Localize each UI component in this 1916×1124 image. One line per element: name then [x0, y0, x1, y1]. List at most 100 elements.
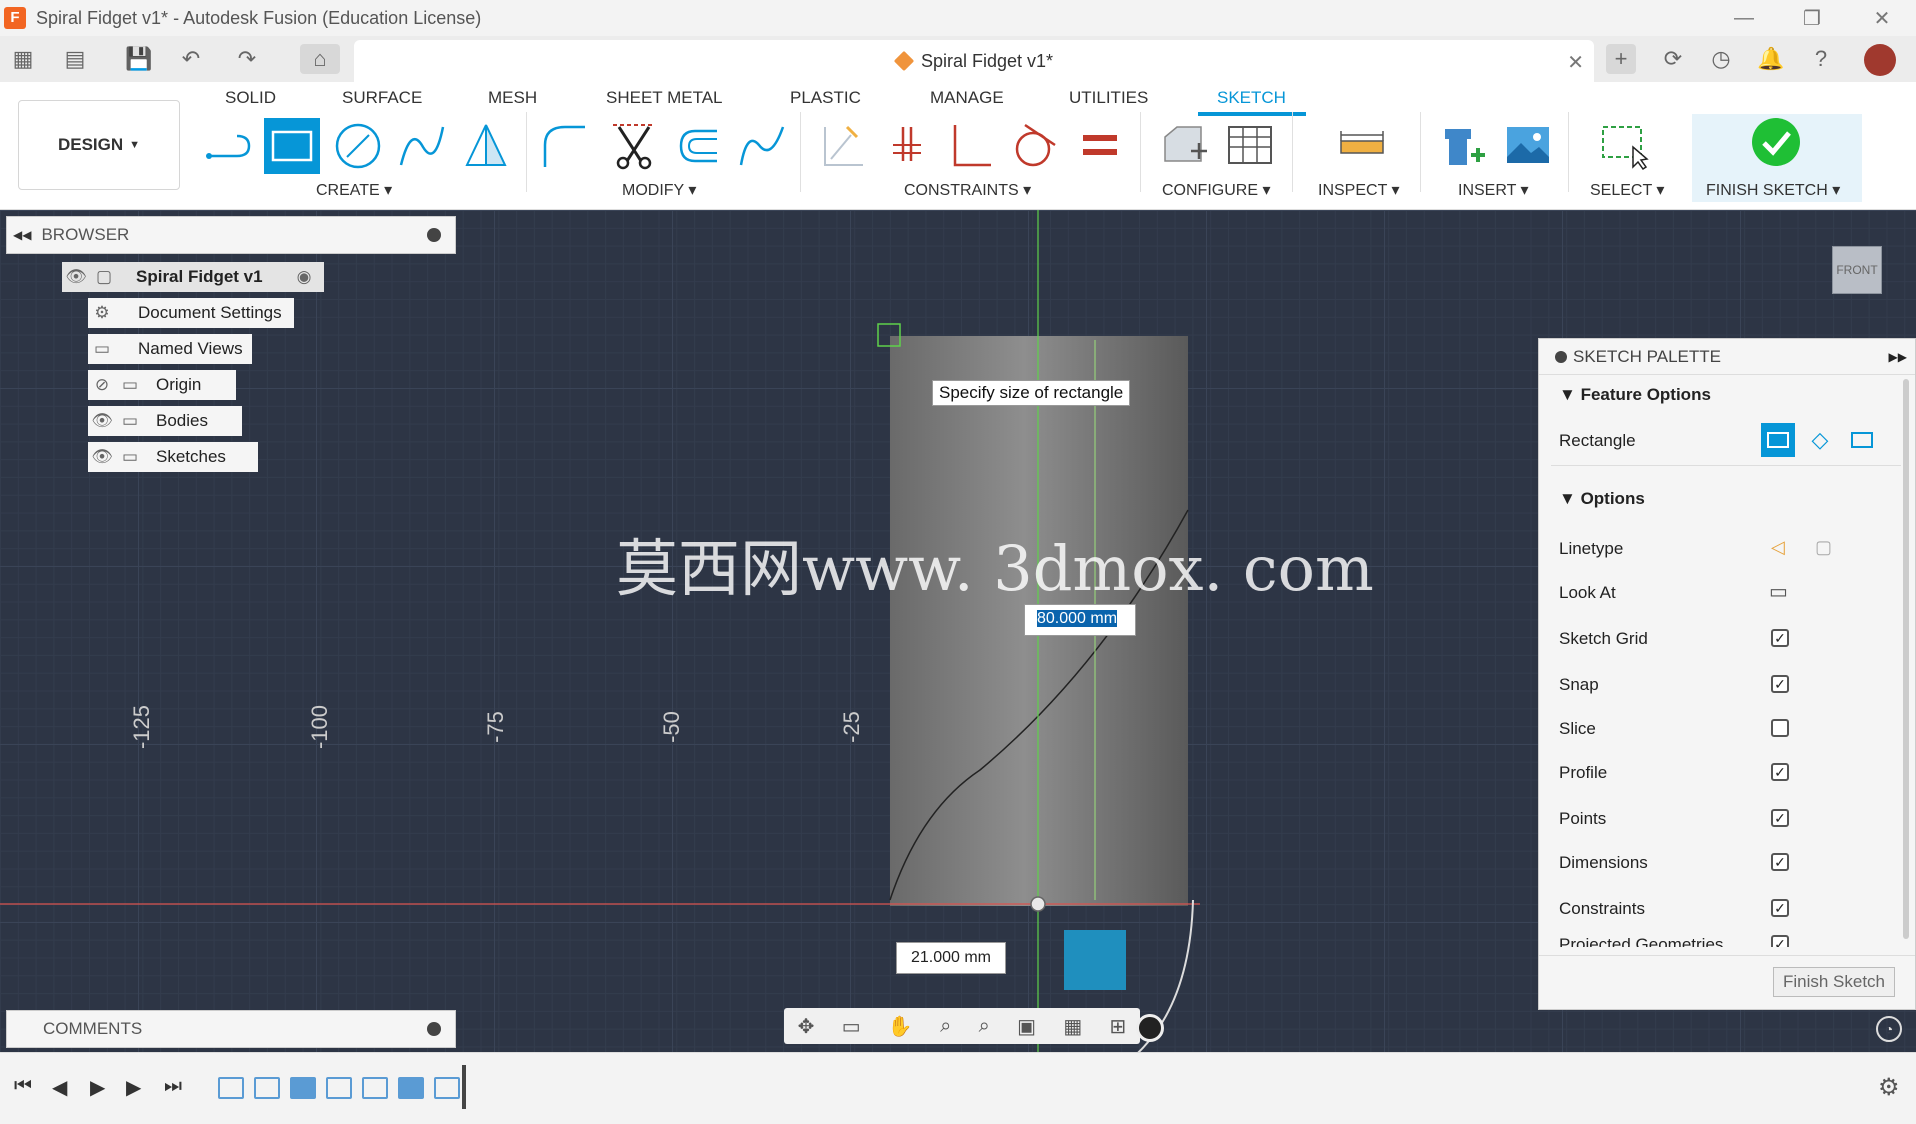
- close-tab-icon[interactable]: ✕: [1567, 50, 1584, 75]
- profile-checkbox[interactable]: ✓: [1771, 763, 1789, 781]
- finish-sketch-label[interactable]: FINISH SKETCH ▾: [1706, 180, 1840, 200]
- options-section[interactable]: ▼ Options: [1559, 489, 1645, 509]
- document-tab[interactable]: Spiral Fidget v1* ✕: [354, 40, 1594, 82]
- step-forward-icon[interactable]: ▶: [126, 1075, 141, 1100]
- look-at-icon[interactable]: ▭: [842, 1014, 861, 1039]
- sketch-feature-icon[interactable]: [362, 1077, 388, 1099]
- grid-settings-icon[interactable]: ▦: [1063, 1014, 1082, 1039]
- insert-derive-icon[interactable]: [1436, 118, 1492, 174]
- timeline-marker[interactable]: [462, 1065, 466, 1109]
- panel-minimize-icon[interactable]: [427, 228, 441, 242]
- constraints-checkbox[interactable]: ✓: [1771, 899, 1789, 917]
- save-icon[interactable]: 💾: [124, 44, 154, 74]
- width-dimension-input[interactable]: 21.000 mm: [896, 942, 1006, 974]
- browser-item-named-views[interactable]: ▭ Named Views: [88, 334, 252, 364]
- create-group-label[interactable]: CREATE ▾: [316, 180, 392, 200]
- construction-line-icon[interactable]: ◁: [1771, 537, 1785, 558]
- pan-icon[interactable]: ✋: [888, 1014, 913, 1039]
- tab-sheet-metal[interactable]: SHEET METAL: [606, 88, 723, 108]
- browser-item-document-settings[interactable]: ⚙ Document Settings: [88, 298, 294, 328]
- palette-expand-icon[interactable]: ▶▶: [1889, 350, 1907, 364]
- extrude-feature-icon[interactable]: [290, 1077, 316, 1099]
- eye-hidden-icon[interactable]: ⊘: [88, 371, 116, 399]
- job-status-icon[interactable]: ◷: [1706, 44, 1736, 74]
- minimize-icon[interactable]: —: [1714, 0, 1774, 36]
- constraints-group-label[interactable]: CONSTRAINTS ▾: [904, 180, 1031, 200]
- spline-tool-icon[interactable]: [394, 118, 450, 174]
- modify-group-label[interactable]: MODIFY ▾: [622, 180, 696, 200]
- orbit-icon[interactable]: ✥: [798, 1014, 815, 1039]
- palette-collapse-icon[interactable]: [1555, 350, 1567, 363]
- nav-handle-icon[interactable]: [1136, 1014, 1164, 1042]
- sketch-feature-icon[interactable]: [434, 1077, 460, 1099]
- palette-header[interactable]: SKETCH PALETTE ▶▶: [1539, 339, 1915, 375]
- tab-mesh[interactable]: MESH: [488, 88, 537, 108]
- palette-scrollbar[interactable]: [1903, 379, 1909, 939]
- centerline-icon[interactable]: ▢: [1815, 537, 1832, 558]
- collapse-icon[interactable]: ◀◀: [13, 228, 31, 242]
- insert-image-icon[interactable]: [1500, 118, 1556, 174]
- workspace-switcher[interactable]: DESIGN ▼: [18, 100, 180, 190]
- three-point-rectangle-icon[interactable]: ◇: [1803, 423, 1837, 457]
- finish-sketch-check-icon[interactable]: [1748, 114, 1804, 170]
- circle-tool-icon[interactable]: [330, 118, 386, 174]
- snap-checkbox[interactable]: ✓: [1771, 675, 1789, 693]
- project-tool-icon[interactable]: [814, 118, 870, 174]
- play-icon[interactable]: ▶: [90, 1075, 105, 1100]
- tangent-constraint-icon[interactable]: [1006, 118, 1062, 174]
- step-back-icon[interactable]: ◀: [52, 1075, 67, 1100]
- insert-group-label[interactable]: INSERT ▾: [1458, 180, 1529, 200]
- add-comment-icon[interactable]: [427, 1022, 441, 1036]
- help-icon[interactable]: ?: [1806, 44, 1836, 74]
- rectangle-tool-icon[interactable]: [264, 118, 320, 174]
- sketch-grid-checkbox[interactable]: ✓: [1771, 629, 1789, 647]
- inspect-group-label[interactable]: INSPECT ▾: [1318, 180, 1400, 200]
- restore-icon[interactable]: ❐: [1782, 0, 1842, 36]
- notifications-icon[interactable]: 🔔: [1756, 44, 1786, 74]
- coincident-constraint-icon[interactable]: [880, 118, 936, 174]
- new-tab-icon[interactable]: +: [1606, 44, 1636, 74]
- sync-icon[interactable]: ⟳: [1658, 44, 1688, 74]
- dimensions-checkbox[interactable]: ✓: [1771, 853, 1789, 871]
- tab-manage[interactable]: MANAGE: [930, 88, 1004, 108]
- browser-panel-header[interactable]: ◀◀ BROWSER: [6, 216, 456, 254]
- browser-item-sketches[interactable]: 👁 ▭ Sketches: [88, 442, 258, 472]
- fillet-tool-icon[interactable]: [536, 118, 592, 174]
- file-icon[interactable]: ▤: [60, 44, 90, 74]
- tab-solid[interactable]: SOLID: [225, 88, 276, 108]
- display-settings-icon[interactable]: ▣: [1017, 1014, 1036, 1039]
- finish-sketch-button[interactable]: Finish Sketch: [1773, 967, 1895, 997]
- curve-tool-icon[interactable]: [734, 118, 790, 174]
- eye-icon[interactable]: 👁: [88, 407, 116, 435]
- configure-group-label[interactable]: CONFIGURE ▾: [1162, 180, 1270, 200]
- tab-surface[interactable]: SURFACE: [342, 88, 422, 108]
- browser-item-origin[interactable]: ⊘ ▭ Origin: [88, 370, 236, 400]
- viewcube[interactable]: FRONT: [1832, 246, 1882, 294]
- viewports-icon[interactable]: ⊞: [1110, 1014, 1127, 1039]
- trim-tool-icon[interactable]: [606, 118, 662, 174]
- nav-toggle-icon[interactable]: ◔: [1876, 1016, 1902, 1042]
- go-to-end-icon[interactable]: ⏭: [164, 1075, 182, 1098]
- home-icon[interactable]: ⌂: [300, 44, 340, 74]
- offset-tool-icon[interactable]: [670, 118, 726, 174]
- equal-constraint-icon[interactable]: [1072, 118, 1128, 174]
- select-tool-icon[interactable]: [1596, 118, 1652, 174]
- timeline-settings-gear-icon[interactable]: ⚙: [1878, 1073, 1900, 1102]
- select-group-label[interactable]: SELECT ▾: [1590, 180, 1664, 200]
- mirror-tool-icon[interactable]: [458, 118, 514, 174]
- perpendicular-constraint-icon[interactable]: [942, 118, 998, 174]
- configure-table-icon[interactable]: [1222, 118, 1278, 174]
- height-dimension-input[interactable]: 80.000 mm: [1024, 604, 1136, 636]
- sketch-feature-icon[interactable]: [326, 1077, 352, 1099]
- tab-sketch[interactable]: SKETCH: [1217, 88, 1286, 108]
- two-point-rectangle-icon[interactable]: [1761, 423, 1795, 457]
- feature-options-section[interactable]: ▼ Feature Options: [1559, 385, 1711, 405]
- redo-icon[interactable]: ↷: [232, 44, 262, 74]
- tab-utilities[interactable]: UTILITIES: [1069, 88, 1148, 108]
- tab-plastic[interactable]: PLASTIC: [790, 88, 861, 108]
- go-to-start-icon[interactable]: ⏮: [14, 1075, 32, 1098]
- app-grid-icon[interactable]: ▦: [8, 44, 38, 74]
- comments-panel-header[interactable]: COMMENTS: [6, 1010, 456, 1048]
- zoom-icon[interactable]: ⌕: [940, 1015, 951, 1038]
- center-rectangle-icon[interactable]: [1845, 423, 1879, 457]
